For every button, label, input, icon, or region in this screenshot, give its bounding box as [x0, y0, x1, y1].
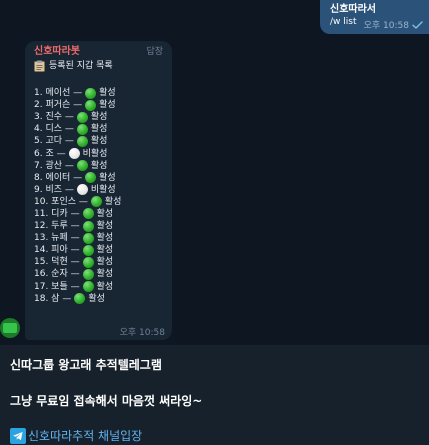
wallet-status: 활성	[96, 233, 114, 244]
outgoing-time: 오후 10:58	[363, 21, 409, 31]
wallet-list-title: 등록된 지갑 목록	[34, 59, 164, 73]
wallet-name: 17. 보틀 —	[34, 281, 80, 292]
wallet-list-item: 6. 조 — 비활성	[34, 147, 164, 160]
white-circle-icon	[68, 148, 80, 160]
green-circle-icon	[82, 232, 94, 244]
green-circle-icon	[76, 111, 88, 123]
channel-description-line2: 그냥 무료임 접속해서 마음껏 써라잉~	[10, 394, 203, 408]
wallet-name: 4. 디스 —	[34, 124, 74, 135]
wallet-name: 9. 비즈 —	[34, 184, 74, 195]
wallet-status: 활성	[96, 281, 114, 292]
green-circle-icon	[76, 135, 88, 147]
wallet-name: 10. 포인스 —	[34, 196, 88, 207]
green-circle-icon	[82, 220, 94, 232]
channel-info: 신따그룹 왕고래 추적텔레그램 그냥 무료임 접속해서 마음껏 써라잉~ 신호따…	[0, 345, 429, 445]
green-circle-icon	[82, 256, 94, 268]
wallet-name: 15. 덕현 —	[34, 257, 80, 268]
wallet-status: 활성	[96, 257, 114, 268]
green-circle-icon	[74, 293, 86, 305]
wallet-name: 6. 조 —	[34, 148, 66, 159]
wallet-status: 활성	[99, 172, 116, 183]
wallet-list-item: 5. 고다 — 활성	[34, 135, 164, 147]
wallet-list-item: 18. 삼 — 활성	[34, 293, 164, 305]
wallet-name: 2. 퍼거슨 —	[34, 100, 83, 111]
wallet-name: 5. 고다 —	[34, 136, 74, 147]
wallet-list-item: 12. 두루 — 활성	[34, 220, 164, 232]
wallet-name: 12. 두루 —	[34, 221, 80, 232]
incoming-sender-name[interactable]: 신호따라봇	[34, 45, 164, 59]
wallet-status: 활성	[90, 136, 108, 147]
wallet-list-item: 10. 포인스 — 활성	[34, 196, 164, 208]
wallet-name: 14. 피아 —	[34, 245, 80, 256]
wallet-list: 1. 메이선 — 활성 2. 퍼거슨 — 활성 3. 진수 — 활성 4. 디스 — 활성 5.…	[34, 87, 164, 305]
wallet-name: 18. 삼 —	[34, 293, 72, 304]
green-circle-icon	[76, 160, 88, 172]
wallet-list-item: 8. 에이터 — 활성	[34, 172, 164, 184]
telegram-screen: 신호따라서 /w list 오후 10:58 신호따라봇 답장 등록된 지갑 목…	[0, 0, 429, 445]
green-circle-icon	[85, 99, 97, 111]
outgoing-message[interactable]: 신호따라서 /w list 오후 10:58	[320, 0, 429, 34]
outgoing-meta: 오후 10:58	[364, 18, 423, 31]
green-circle-icon	[85, 87, 97, 99]
wallet-name: 8. 에이터 —	[34, 172, 83, 183]
green-circle-icon	[85, 172, 97, 184]
check-icon	[412, 20, 423, 29]
wallet-list-item: 14. 피아 — 활성	[34, 244, 164, 256]
wallet-list-item: 1. 메이선 — 활성	[34, 87, 164, 99]
telegram-icon	[10, 427, 26, 444]
wallet-name: 13. 뉴페 —	[34, 233, 80, 244]
wallet-list-item: 9. 비즈 — 비활성	[34, 184, 164, 196]
wallet-list-item: 2. 퍼거슨 — 활성	[34, 99, 164, 111]
white-circle-icon	[76, 184, 88, 196]
wallet-list-title-text: 등록된 지갑 목록	[49, 61, 113, 71]
clipboard-icon	[34, 60, 45, 72]
green-circle-icon	[82, 244, 94, 256]
wallet-status: 활성	[99, 88, 116, 99]
wallet-list-item: 15. 덕현 — 활성	[34, 256, 164, 268]
green-circle-icon	[90, 196, 102, 208]
green-circle-icon	[82, 268, 94, 280]
wallet-status: 활성	[96, 269, 114, 280]
wallet-status: 활성	[96, 221, 114, 232]
wallet-status: 활성	[99, 100, 116, 111]
wallet-name: 3. 진수 —	[34, 112, 74, 123]
channel-description-line1: 신따그룹 왕고래 추적텔레그램	[10, 358, 162, 372]
wallet-status: 활성	[96, 245, 114, 256]
wallet-status: 비활성	[82, 148, 108, 159]
wallet-status: 활성	[104, 196, 122, 207]
incoming-message[interactable]: 신호따라봇 답장 등록된 지갑 목록 1. 메이선 — 활성 2. 퍼거슨 — 활성 3…	[25, 41, 172, 340]
reply-button[interactable]: 답장	[146, 45, 163, 59]
avatar-image	[3, 323, 17, 333]
wallet-status: 활성	[96, 208, 114, 219]
wallet-status: 활성	[88, 293, 105, 304]
chat-area[interactable]: 신호따라서 /w list 오후 10:58 신호따라봇 답장 등록된 지갑 목…	[0, 0, 429, 345]
wallet-status: 활성	[90, 112, 108, 123]
wallet-list-item: 7. 광산 — 활성	[34, 160, 164, 172]
wallet-status: 활성	[90, 124, 108, 135]
wallet-name: 11. 디카 —	[34, 208, 80, 219]
wallet-list-item: 3. 진수 — 활성	[34, 111, 164, 123]
wallet-name: 16. 순자 —	[34, 269, 80, 280]
wallet-name: 7. 광산 —	[34, 160, 74, 171]
incoming-time: 오후 10:58	[119, 328, 165, 338]
green-circle-icon	[82, 208, 94, 220]
wallet-list-item: 17. 보틀 — 활성	[34, 281, 164, 293]
wallet-status: 활성	[90, 160, 108, 171]
wallet-status: 비활성	[90, 184, 116, 195]
channel-join-link[interactable]: 신호따라추적 채널입장	[10, 427, 142, 444]
outgoing-sender-name: 신호따라서	[330, 4, 376, 15]
channel-join-label: 신호따라추적 채널입장	[28, 429, 143, 443]
bot-avatar[interactable]	[0, 318, 20, 338]
wallet-list-item: 11. 디카 — 활성	[34, 208, 164, 220]
wallet-list-item: 16. 순자 — 활성	[34, 268, 164, 280]
wallet-list-item: 13. 뉴페 — 활성	[34, 232, 164, 244]
wallet-name: 1. 메이선 —	[34, 88, 83, 99]
green-circle-icon	[82, 281, 94, 293]
wallet-list-item: 4. 디스 — 활성	[34, 123, 164, 135]
green-circle-icon	[76, 123, 88, 135]
